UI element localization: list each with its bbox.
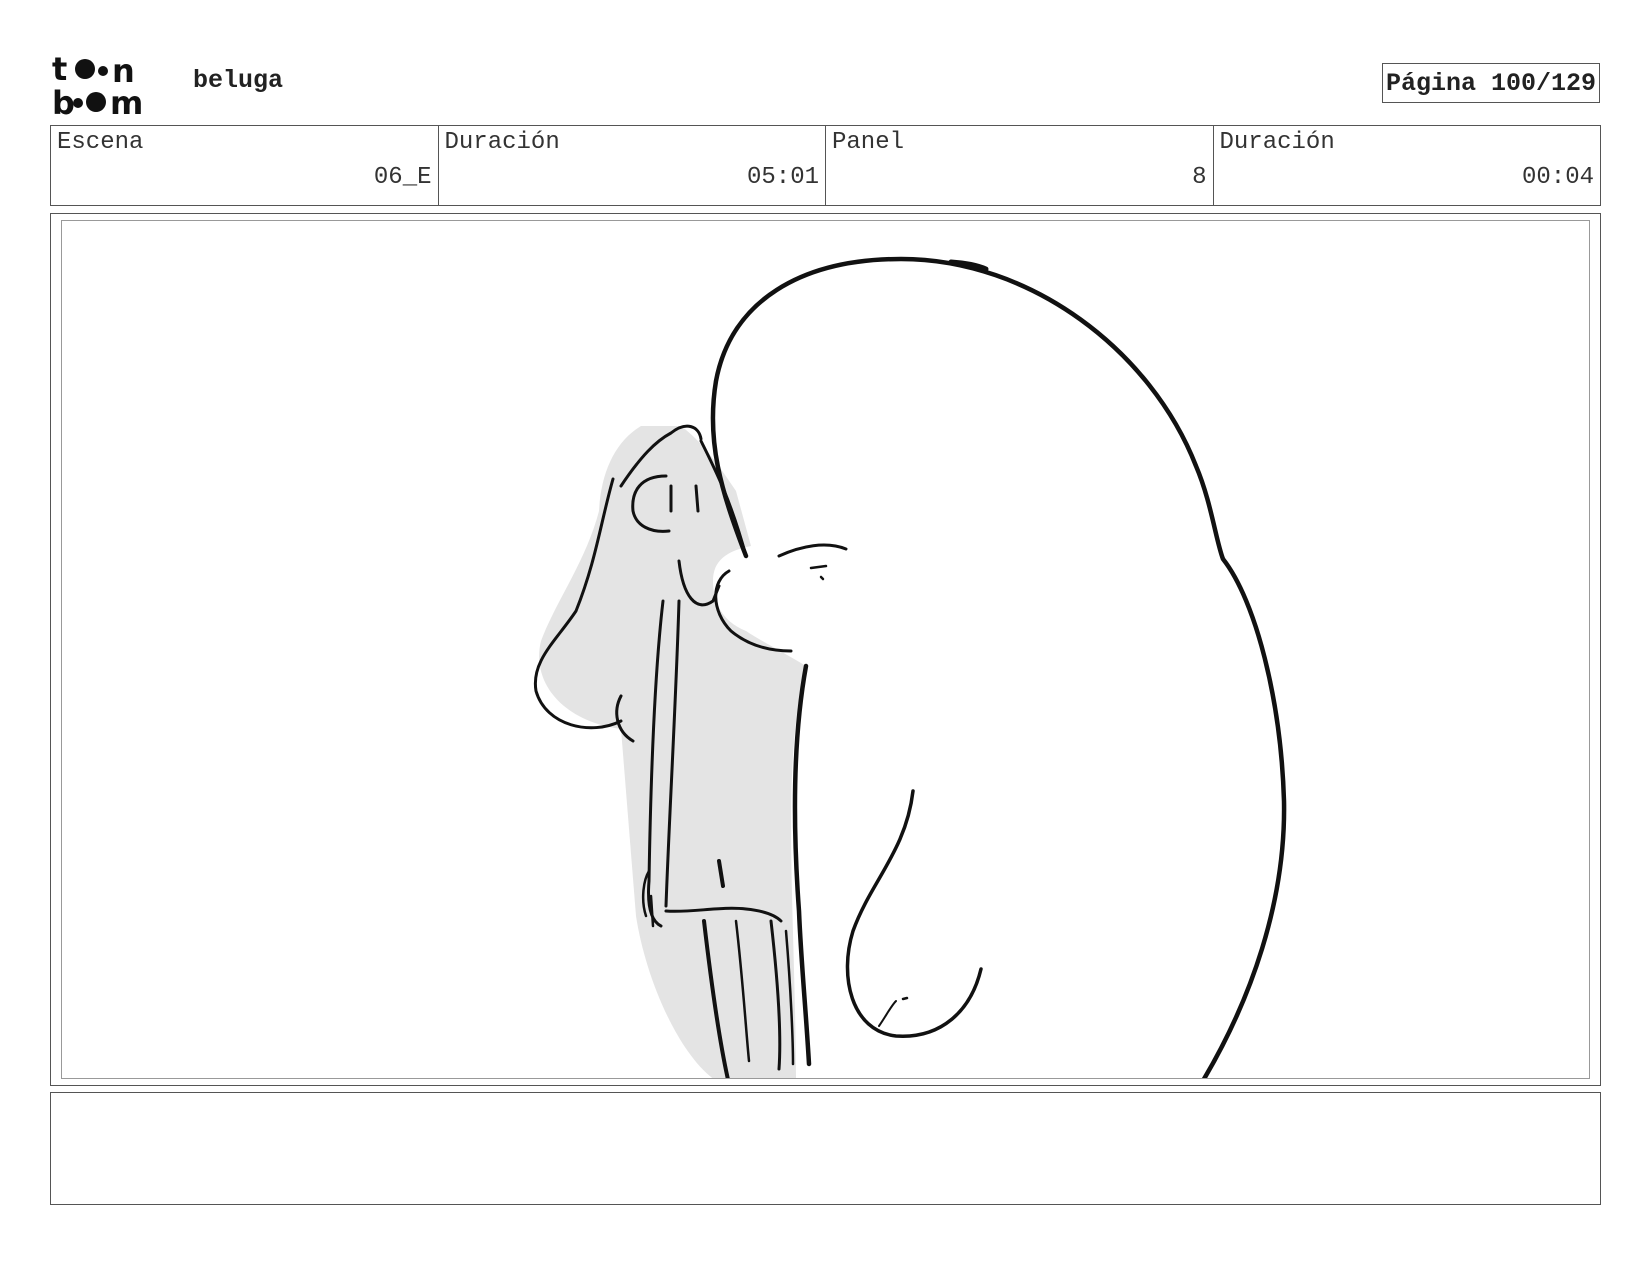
panel-value: 8 (1192, 164, 1207, 191)
scene-cell: Escena 06_E (51, 126, 439, 205)
panel-label: Panel (832, 129, 905, 156)
whale-brow (777, 543, 848, 558)
whale-fin (845, 789, 983, 1038)
storyboard-drawing (533, 256, 1287, 1078)
svg-text:b: b (52, 84, 75, 116)
whale-belly-line (792, 663, 812, 1067)
svg-text:m: m (110, 84, 143, 116)
page-number: Página 100/129 (1382, 63, 1600, 103)
panel-duration-value: 00:04 (1521, 164, 1594, 191)
scene-duration-value: 05:01 (746, 164, 819, 191)
panel-image (61, 220, 1590, 1079)
scene-duration-label: Duración (444, 129, 560, 156)
whale-fin-dot (901, 996, 909, 1001)
panel-cell: Panel 8 (826, 126, 1214, 205)
panel-duration-cell: Duración 00:04 (1214, 126, 1601, 205)
whale-fin-mark (878, 1000, 897, 1027)
whale-eye (809, 564, 828, 581)
toon-boom-logo-icon: t n b m (52, 52, 143, 116)
panel-duration-label: Duración (1219, 129, 1335, 156)
scene-duration-cell: Duración 05:01 (439, 126, 826, 205)
dialogue-notes-box (50, 1092, 1601, 1205)
scene-label: Escena (57, 129, 144, 156)
scene-value: 06_E (373, 164, 432, 191)
svg-text:t: t (52, 52, 67, 88)
project-name: beluga (193, 66, 284, 95)
panel-info-row: Escena 06_E Duración 05:01 Panel 8 Durac… (50, 125, 1601, 206)
